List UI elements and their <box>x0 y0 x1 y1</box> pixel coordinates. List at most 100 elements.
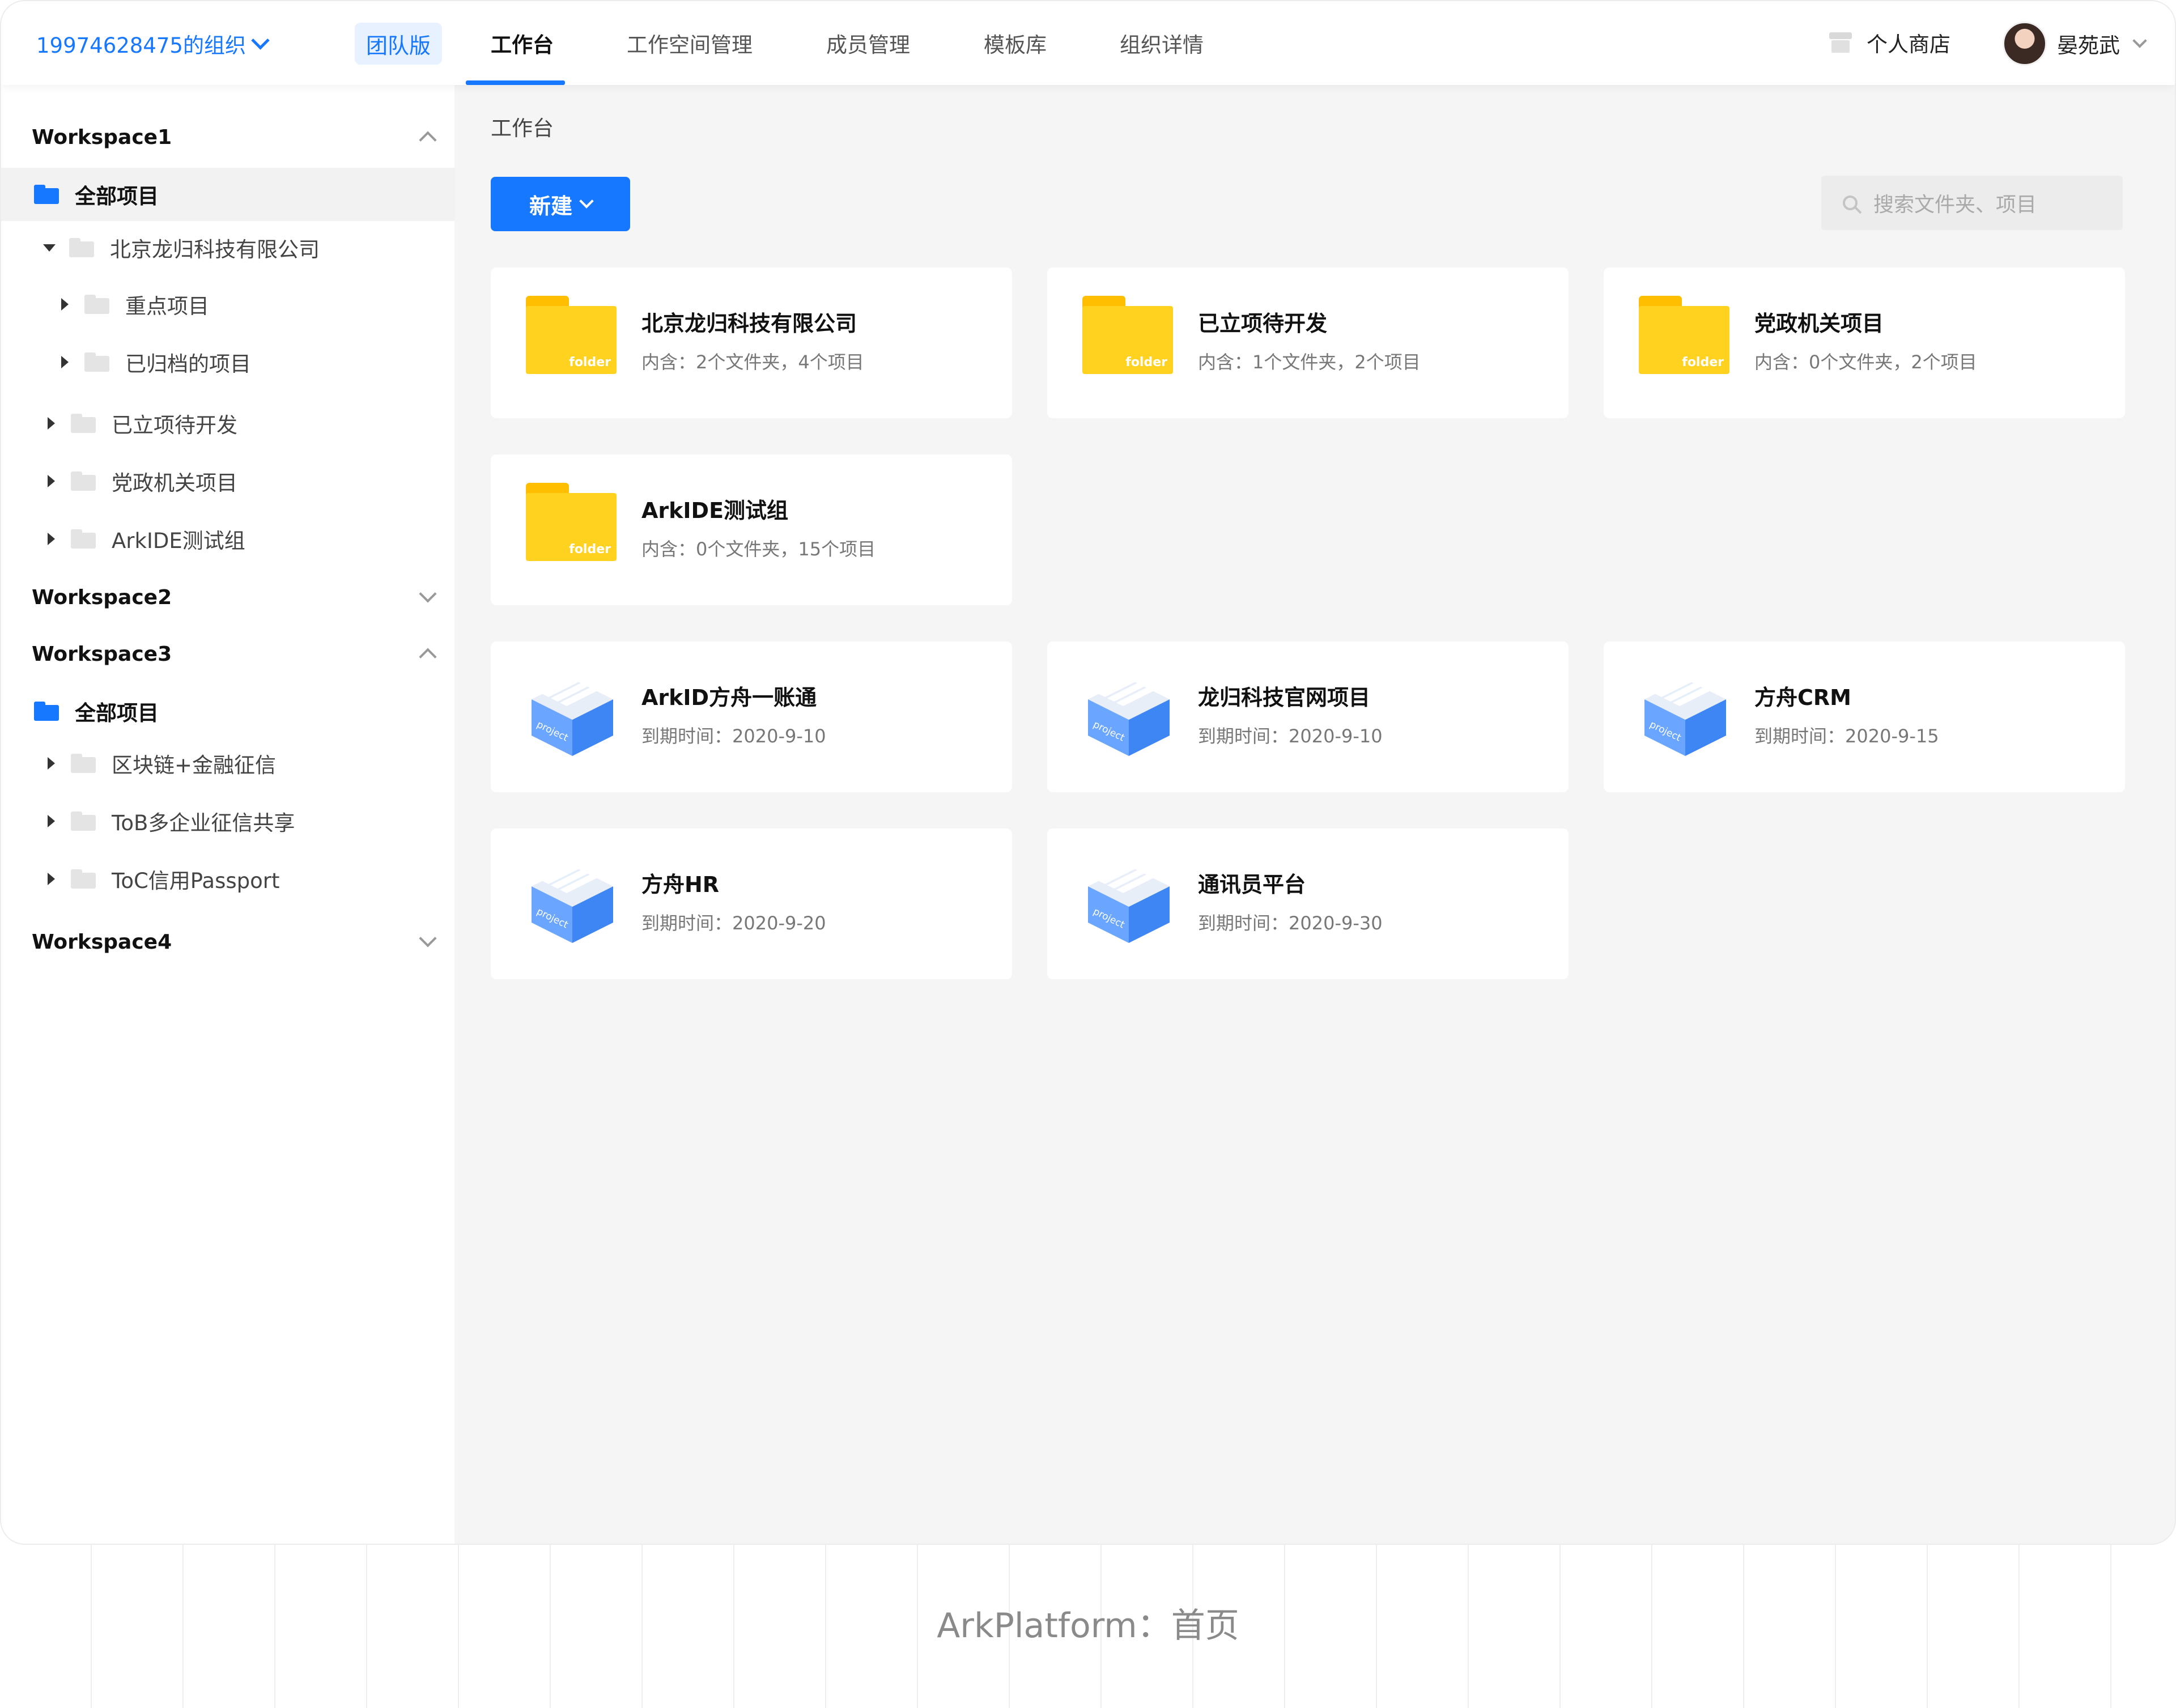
workspace-name: Workspace3 <box>32 642 172 666</box>
caret-right-icon[interactable] <box>48 533 55 545</box>
tree-item-folder[interactable]: 已归档的项目 <box>1 335 454 389</box>
folder-icon: folder <box>526 483 617 561</box>
nav-tab-templates[interactable]: 模板库 <box>984 1 1047 85</box>
card-title: ArkID方舟一账通 <box>641 685 817 710</box>
user-menu[interactable]: 晏苑武 <box>2003 22 2147 66</box>
project-card[interactable]: project 方舟CRM 到期时间：2020-9-15 <box>1604 641 2125 792</box>
tree-item-all-projects[interactable]: 全部项目 <box>1 685 454 738</box>
folder-icon <box>71 754 96 773</box>
card-subtitle: 内含：2个文件夹，4个项目 <box>641 351 864 373</box>
tree-item-folder[interactable]: ToB多企业征信共享 <box>1 794 454 848</box>
search-input[interactable]: 搜索文件夹、项目 <box>1821 176 2123 230</box>
project-box-icon: project <box>532 861 613 943</box>
card-subtitle: 到期时间：2020-9-20 <box>641 912 826 934</box>
card-title: 北京龙归科技有限公司 <box>641 311 857 336</box>
folder-card[interactable]: folder 北京龙归科技有限公司 内含：2个文件夹，4个项目 <box>491 267 1012 418</box>
folder-icon: folder <box>526 296 617 374</box>
folder-icon <box>34 185 59 204</box>
workspace-header-1[interactable]: Workspace1 <box>32 120 437 154</box>
new-button[interactable]: 新建 <box>491 177 630 231</box>
nav-tab-org-details[interactable]: 组织详情 <box>1120 1 1204 85</box>
tree-item-label: 已立项待开发 <box>112 413 237 437</box>
tree-item-all-projects[interactable]: 全部项目 <box>1 168 454 221</box>
project-box-icon: project <box>532 674 613 756</box>
caret-right-icon[interactable] <box>48 815 55 827</box>
search-icon <box>1843 196 1858 210</box>
folder-icon <box>71 471 96 491</box>
project-box-icon: project <box>1088 674 1170 756</box>
card-subtitle: 内含：1个文件夹，2个项目 <box>1198 351 1421 373</box>
workspace-header-2[interactable]: Workspace2 <box>32 580 437 614</box>
project-card[interactable]: project ArkID方舟一账通 到期时间：2020-9-10 <box>491 641 1012 792</box>
tree-item-folder[interactable]: 已立项待开发 <box>1 397 454 450</box>
edition-badge[interactable]: 团队版 <box>355 23 442 65</box>
tree-item-folder[interactable]: ToC信用Passport <box>1 852 454 906</box>
breadcrumb: 工作台 <box>491 116 554 141</box>
chevron-down-icon <box>419 585 437 603</box>
folder-icon <box>84 295 109 314</box>
chevron-down-icon <box>419 929 437 948</box>
card-title: 龙归科技官网项目 <box>1198 685 1371 710</box>
card-title: 通讯员平台 <box>1198 872 1306 897</box>
caret-down-icon[interactable] <box>43 244 56 252</box>
project-box-icon: project <box>1644 674 1726 756</box>
nav-tab-workbench[interactable]: 工作台 <box>479 1 565 85</box>
search-placeholder: 搜索文件夹、项目 <box>1873 193 2037 216</box>
nav-tab-member-mgmt[interactable]: 成员管理 <box>826 1 910 85</box>
caret-right-icon[interactable] <box>61 298 69 311</box>
project-card[interactable]: project 通讯员平台 到期时间：2020-9-30 <box>1047 828 1569 979</box>
workspace-name: Workspace2 <box>32 585 172 609</box>
store-icon <box>1829 32 1852 53</box>
caret-right-icon[interactable] <box>48 417 55 430</box>
project-card[interactable]: project 方舟HR 到期时间：2020-9-20 <box>491 828 1012 979</box>
org-name: 19974628475的组织 <box>36 33 246 58</box>
top-bar: 19974628475的组织 团队版 工作台 工作空间管理 成员管理 模板库 组… <box>1 1 2175 85</box>
tree-item-folder[interactable]: 北京龙归科技有限公司 <box>1 221 454 274</box>
tree-item-folder[interactable]: ArkIDE测试组 <box>1 512 454 566</box>
user-name: 晏苑武 <box>2057 33 2120 58</box>
folder-card[interactable]: folder 党政机关项目 内含：0个文件夹，2个项目 <box>1604 267 2125 418</box>
avatar <box>2003 22 2047 66</box>
card-subtitle: 到期时间：2020-9-30 <box>1198 912 1383 934</box>
caption: ArkPlatform：首页 <box>937 1606 1239 1646</box>
folder-icon: folder <box>1639 296 1729 374</box>
project-card[interactable]: project 龙归科技官网项目 到期时间：2020-9-10 <box>1047 641 1569 792</box>
chevron-down-icon <box>579 194 594 209</box>
tree-item-label: 已归档的项目 <box>125 352 251 376</box>
workspace-header-4[interactable]: Workspace4 <box>32 925 437 959</box>
main-content: 工作台 新建 搜索文件夹、项目 folder 北京龙归科技有限公司 内含：2个文… <box>454 85 2175 1544</box>
project-box-icon: project <box>1088 861 1170 943</box>
tree-item-folder[interactable]: 重点项目 <box>1 278 454 331</box>
caret-right-icon[interactable] <box>48 757 55 770</box>
chevron-up-icon <box>419 131 437 149</box>
folder-icon: folder <box>1082 296 1173 374</box>
nav-tab-workspace-mgmt[interactable]: 工作空间管理 <box>627 1 753 85</box>
folder-icon <box>71 414 96 433</box>
tree-item-folder[interactable]: 党政机关项目 <box>1 454 454 508</box>
card-title: 方舟HR <box>641 872 720 897</box>
folder-icon <box>69 238 94 257</box>
folder-card[interactable]: folder 已立项待开发 内含：1个文件夹，2个项目 <box>1047 267 1569 418</box>
card-subtitle: 到期时间：2020-9-10 <box>1198 725 1383 747</box>
workspace-header-3[interactable]: Workspace3 <box>32 637 437 671</box>
chevron-down-icon <box>251 31 270 50</box>
folder-icon <box>71 869 96 889</box>
chevron-up-icon <box>419 648 437 666</box>
folder-icon <box>84 352 109 372</box>
workspace-name: Workspace1 <box>32 125 172 149</box>
personal-store-link[interactable]: 个人商店 <box>1829 27 1950 58</box>
caret-right-icon[interactable] <box>61 356 69 368</box>
folder-icon <box>71 811 96 831</box>
caret-right-icon[interactable] <box>48 873 55 885</box>
tree-item-label: ToC信用Passport <box>112 869 280 893</box>
card-subtitle: 内含：0个文件夹，15个项目 <box>641 538 876 560</box>
org-switcher[interactable]: 19974628475的组织 <box>36 28 270 59</box>
app-window: 19974628475的组织 团队版 工作台 工作空间管理 成员管理 模板库 组… <box>0 0 2176 1545</box>
folder-card[interactable]: folder ArkIDE测试组 内含：0个文件夹，15个项目 <box>491 454 1012 605</box>
card-title: 党政机关项目 <box>1754 311 1884 336</box>
tree-item-folder[interactable]: 区块链+金融征信 <box>1 737 454 790</box>
caret-right-icon[interactable] <box>48 475 55 487</box>
sidebar: Workspace1 全部项目 北京龙归科技有限公司 重点项目 已归档的项目 已… <box>1 85 454 1544</box>
tree-item-label: 重点项目 <box>125 294 209 318</box>
card-title: 已立项待开发 <box>1198 311 1328 336</box>
